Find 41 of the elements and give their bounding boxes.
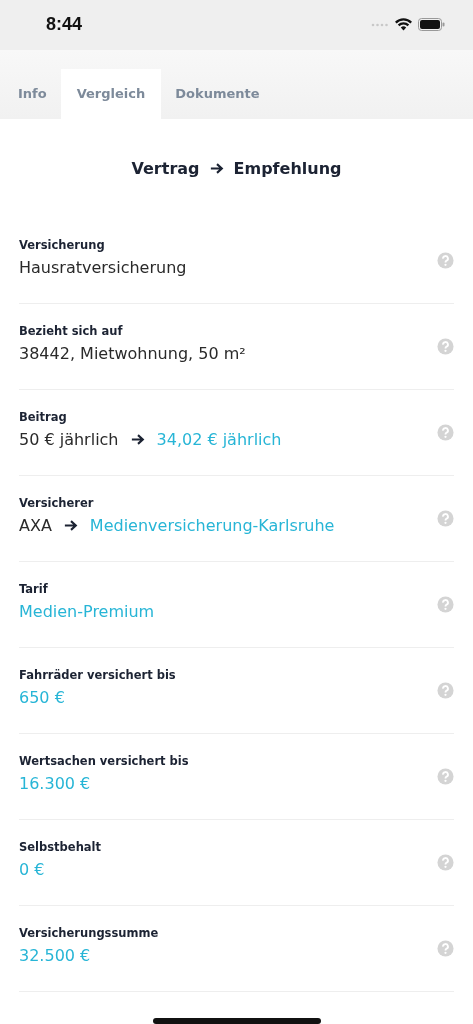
field-label: Bezieht sich auf: [19, 324, 124, 339]
tab[interactable]: Dokumente: [161, 68, 274, 119]
tab[interactable]: Vergleich: [60, 68, 162, 119]
tab[interactable]: Info: [4, 68, 61, 119]
field-label: Wertsachen versichert bis: [19, 754, 189, 769]
help-icon[interactable]: [437, 596, 454, 614]
field-label: Selbstbehalt: [19, 840, 102, 855]
recommended-value: 34,02 € jährlich: [156, 430, 282, 450]
heading-text: Vertrag: [131, 159, 200, 178]
battery-icon: [418, 18, 445, 32]
field-label: Versicherung: [19, 238, 106, 253]
current-value: 38442, Mietwohnung, 50 m²: [19, 344, 246, 364]
recommended-value: 16.300 €: [19, 774, 91, 794]
help-icon[interactable]: [437, 510, 454, 528]
help-icon[interactable]: [437, 424, 454, 442]
field-label: Fahrräder versichert bis: [19, 668, 176, 683]
current-value: AXA: [19, 516, 52, 536]
wifi-icon: [395, 18, 412, 32]
current-value: Hausratversicherung: [19, 258, 187, 278]
recommended-value: 0 €: [19, 860, 45, 880]
arrow-icon: [209, 162, 224, 175]
arrow-icon: [63, 519, 78, 533]
signal-icon: [371, 22, 389, 27]
arrow-icon: [130, 433, 145, 447]
current-value: 50 € jährlich: [19, 430, 119, 450]
recommended-value: 32.500 €: [19, 946, 91, 966]
help-icon[interactable]: [437, 854, 454, 872]
help-icon[interactable]: [437, 940, 454, 958]
recommended-value: Medienversicherung-Karlsruhe: [89, 516, 335, 536]
help-icon[interactable]: [437, 252, 454, 270]
heading-text: Empfehlung: [233, 159, 342, 178]
field-label: Versicherer: [19, 496, 95, 511]
recommended-value: Medien-Premium: [19, 602, 155, 622]
field-label: Beitrag: [19, 410, 68, 425]
help-icon[interactable]: [437, 768, 454, 786]
field-label: Versicherungssumme: [19, 926, 159, 941]
recommended-value: 650 €: [19, 688, 65, 708]
clock-time: 8:44: [46, 14, 83, 36]
help-icon[interactable]: [437, 682, 454, 700]
field-label: Tarif: [19, 582, 49, 597]
help-icon[interactable]: [437, 338, 454, 356]
